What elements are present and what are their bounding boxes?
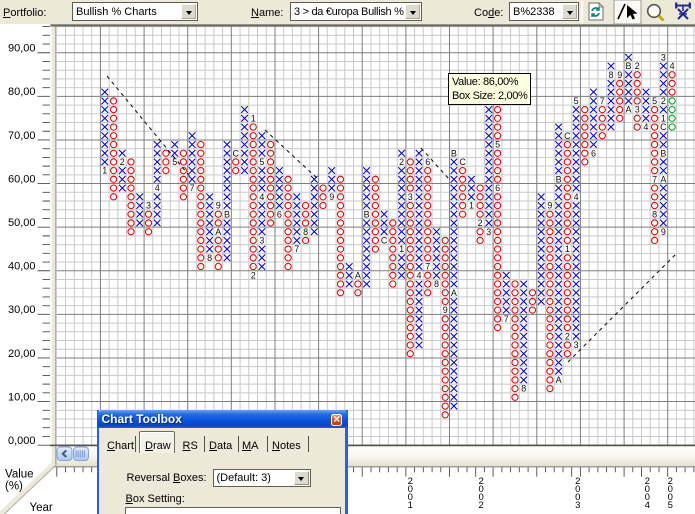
svg-text:B: B — [451, 148, 457, 158]
svg-text:4: 4 — [416, 270, 421, 280]
svg-text:3: 3 — [408, 192, 413, 202]
svg-text:80,00: 80,00 — [8, 86, 36, 98]
svg-text:7: 7 — [504, 314, 509, 324]
svg-text:6: 6 — [425, 157, 430, 167]
svg-text:3: 3 — [575, 500, 580, 511]
svg-text:A: A — [556, 375, 562, 385]
svg-text:4: 4 — [643, 122, 648, 132]
svg-text:1: 1 — [102, 166, 107, 176]
svg-text:6: 6 — [277, 209, 282, 219]
svg-text:C: C — [381, 236, 388, 246]
svg-text:Year: Year — [30, 502, 53, 514]
svg-text:A: A — [451, 288, 457, 298]
svg-text:B: B — [364, 209, 370, 219]
svg-text:7: 7 — [600, 96, 605, 106]
svg-text:70,00: 70,00 — [8, 130, 36, 142]
svg-text:3: 3 — [486, 227, 491, 237]
svg-text:2: 2 — [399, 157, 404, 167]
svg-text:4: 4 — [645, 500, 650, 511]
svg-text:2: 2 — [120, 157, 125, 167]
svg-text:8: 8 — [207, 253, 212, 263]
svg-text:20,00: 20,00 — [8, 348, 36, 360]
svg-text:3: 3 — [635, 105, 640, 115]
svg-text:50,00: 50,00 — [8, 217, 36, 229]
svg-text:2: 2 — [565, 331, 570, 341]
svg-text:4: 4 — [670, 61, 675, 71]
svg-text:7: 7 — [425, 262, 430, 272]
svg-text:9: 9 — [617, 70, 622, 80]
svg-text:7: 7 — [294, 244, 299, 254]
svg-text:8: 8 — [303, 227, 308, 237]
svg-text:5: 5 — [259, 157, 264, 167]
svg-text:B: B — [224, 209, 230, 219]
svg-text:1: 1 — [565, 244, 570, 254]
svg-text:8: 8 — [434, 279, 439, 289]
svg-text:5: 5 — [668, 500, 673, 511]
svg-text:2: 2 — [478, 218, 483, 228]
svg-text:0,000: 0,000 — [8, 435, 36, 447]
svg-text:B: B — [625, 61, 631, 71]
svg-text:4: 4 — [155, 183, 160, 193]
svg-text:5: 5 — [652, 96, 657, 106]
svg-text:4: 4 — [574, 192, 579, 202]
svg-text:3: 3 — [146, 201, 151, 211]
svg-text:3: 3 — [661, 52, 666, 62]
svg-text:9: 9 — [329, 192, 334, 202]
svg-text:2: 2 — [251, 270, 256, 280]
svg-text:1: 1 — [251, 113, 256, 123]
svg-text:5: 5 — [495, 140, 500, 150]
svg-text:Value: Value — [5, 469, 34, 481]
svg-text:9: 9 — [216, 201, 221, 211]
svg-text:C: C — [459, 157, 466, 167]
svg-text:8: 8 — [608, 70, 613, 80]
svg-text:10,00: 10,00 — [8, 391, 36, 403]
svg-text:9: 9 — [443, 305, 448, 315]
svg-text:40,00: 40,00 — [8, 261, 36, 273]
svg-text:30,00: 30,00 — [8, 304, 36, 316]
svg-text:2: 2 — [661, 96, 666, 106]
svg-text:C: C — [232, 148, 239, 158]
svg-text:8: 8 — [652, 209, 657, 219]
svg-text:1: 1 — [469, 201, 474, 211]
svg-text:A: A — [355, 270, 361, 280]
svg-text:60,00: 60,00 — [8, 173, 36, 185]
svg-text:A: A — [660, 174, 666, 184]
svg-text:3: 3 — [259, 236, 264, 246]
svg-text:7: 7 — [652, 174, 657, 184]
svg-text:6: 6 — [591, 148, 596, 158]
svg-text:B: B — [556, 174, 562, 184]
svg-text:9: 9 — [661, 227, 666, 237]
svg-text:6: 6 — [495, 183, 500, 193]
svg-text:9: 9 — [547, 201, 552, 211]
svg-text:90,00: 90,00 — [8, 43, 36, 55]
svg-text:8: 8 — [521, 384, 526, 394]
svg-text:2: 2 — [479, 500, 484, 511]
svg-text:3: 3 — [574, 340, 579, 350]
svg-text:4: 4 — [259, 192, 264, 202]
svg-text:C: C — [564, 131, 571, 141]
svg-text:7: 7 — [190, 183, 195, 193]
svg-text:A: A — [625, 105, 631, 115]
svg-text:1: 1 — [408, 500, 413, 511]
svg-text:5: 5 — [574, 96, 579, 106]
svg-text:(%): (%) — [5, 481, 23, 493]
svg-text:B: B — [660, 148, 666, 158]
svg-text:2: 2 — [635, 61, 640, 71]
svg-text:1: 1 — [399, 244, 404, 254]
svg-text:A: A — [215, 227, 221, 237]
svg-text:C: C — [660, 122, 667, 132]
